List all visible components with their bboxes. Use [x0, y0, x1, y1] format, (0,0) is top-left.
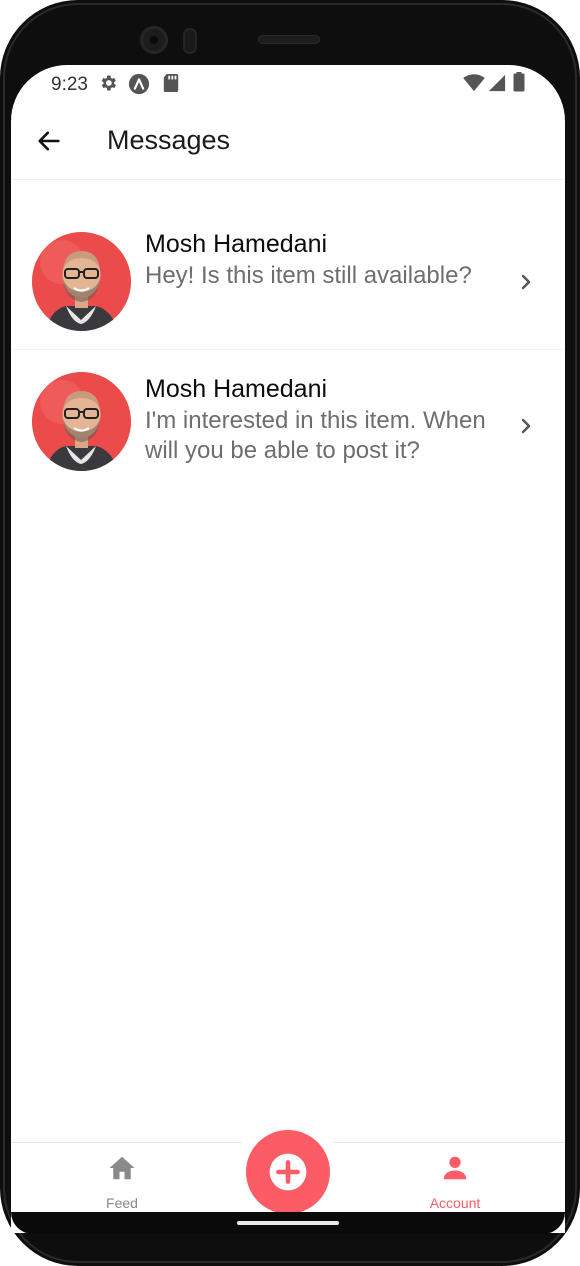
- phone-frame: 9:23 Messages Mosh Hamedani Hey! Is this…: [0, 0, 580, 1266]
- status-bar: 9:23: [11, 65, 565, 103]
- tab-label: Account: [429, 1195, 481, 1211]
- front-camera: [140, 26, 168, 54]
- message-text: Mosh Hamedani Hey! Is this item still av…: [145, 227, 515, 291]
- chevron-right-icon: [521, 274, 531, 290]
- app-header: Messages: [11, 103, 565, 180]
- back-button[interactable]: [29, 121, 69, 161]
- avatar-photo: [32, 372, 131, 471]
- wifi-icon: [463, 74, 485, 92]
- message-preview: Hey! Is this item still available?: [145, 262, 472, 289]
- tab-label: Feed: [106, 1195, 138, 1211]
- app-screen: 9:23 Messages Mosh Hamedani Hey! Is this…: [11, 65, 565, 1233]
- arrow-left-icon: [38, 131, 60, 151]
- sd-card-icon: [163, 74, 179, 92]
- earpiece-speaker: [258, 35, 320, 44]
- avatar: [32, 372, 131, 471]
- avatar: [32, 232, 131, 331]
- proximity-sensor: [183, 28, 197, 54]
- status-time: 9:23: [51, 74, 88, 95]
- home-indicator[interactable]: [237, 1221, 339, 1225]
- message-list: Mosh Hamedani Hey! Is this item still av…: [11, 207, 565, 493]
- message-row[interactable]: Mosh Hamedani Hey! Is this item still av…: [11, 207, 565, 350]
- message-row[interactable]: Mosh Hamedani I'm interested in this ite…: [11, 350, 565, 493]
- message-text: Mosh Hamedani I'm interested in this ite…: [145, 372, 515, 466]
- home-icon: [109, 1156, 135, 1180]
- sender-name: Mosh Hamedani: [145, 230, 328, 258]
- new-listing-button[interactable]: [246, 1130, 330, 1214]
- cell-signal-icon: [488, 74, 506, 92]
- message-preview: I'm interested in this item. When will y…: [145, 407, 486, 464]
- account-icon: [443, 1156, 467, 1180]
- chevron-right-icon: [521, 418, 531, 434]
- avatar-photo: [32, 232, 131, 331]
- page-title: Messages: [107, 125, 231, 155]
- app-badge-icon: [128, 73, 150, 95]
- sender-name: Mosh Hamedani: [145, 375, 328, 403]
- plus-circle-icon: [269, 1153, 307, 1191]
- battery-icon: [513, 72, 525, 92]
- gear-icon: [101, 75, 116, 91]
